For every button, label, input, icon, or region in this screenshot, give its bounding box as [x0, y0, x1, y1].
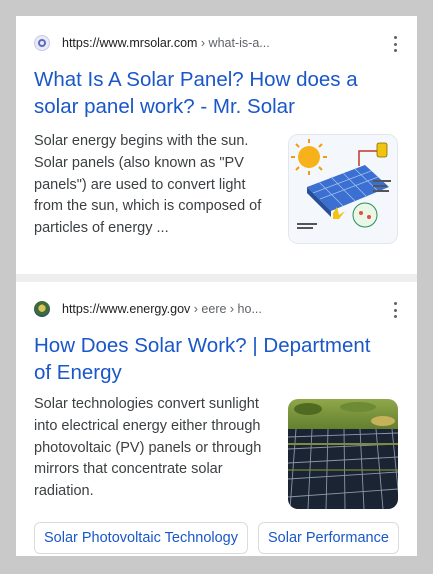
- solar-farm-image: [288, 399, 398, 509]
- result-snippet: Solar energy begins with the sun. Solar …: [34, 133, 262, 237]
- chip-solar-photovoltaic-technology[interactable]: Solar Photovoltaic Technology: [34, 522, 248, 554]
- solar-diagram-image: [289, 135, 397, 243]
- result-title-link[interactable]: What Is A Solar Panel? How does a solar …: [34, 66, 379, 120]
- result-domain: https://www.mrsolar.com: [62, 36, 198, 50]
- doe-seal-favicon-icon: [34, 301, 50, 317]
- result-source[interactable]: https://www.energy.gov › eere › ho...: [34, 298, 262, 320]
- related-chips: Solar Photovoltaic Technology Solar Perf…: [34, 522, 399, 554]
- more-options-icon[interactable]: [393, 302, 397, 318]
- result-path: › eere › ho...: [190, 302, 262, 316]
- result-title-link[interactable]: How Does Solar Work? | Department of Ene…: [34, 332, 379, 386]
- more-options-icon[interactable]: [393, 36, 397, 52]
- chip-solar-performance[interactable]: Solar Performance: [258, 522, 399, 554]
- result-domain: https://www.energy.gov: [62, 302, 191, 316]
- result-divider: [16, 274, 417, 282]
- result-url: https://www.mrsolar.com › what-is-a...: [62, 36, 270, 50]
- result-path: › what-is-a...: [197, 36, 270, 50]
- result-source[interactable]: https://www.mrsolar.com › what-is-a...: [34, 32, 270, 54]
- result-snippet: Solar technologies convert sunlight into…: [34, 396, 262, 500]
- solar-farm-photo-thumbnail[interactable]: [288, 399, 398, 509]
- site-favicon-icon: [34, 35, 50, 51]
- search-results-panel: https://www.mrsolar.com › what-is-a... W…: [16, 16, 417, 556]
- result-url: https://www.energy.gov › eere › ho...: [62, 302, 262, 316]
- solar-panel-diagram-thumbnail[interactable]: [288, 134, 398, 244]
